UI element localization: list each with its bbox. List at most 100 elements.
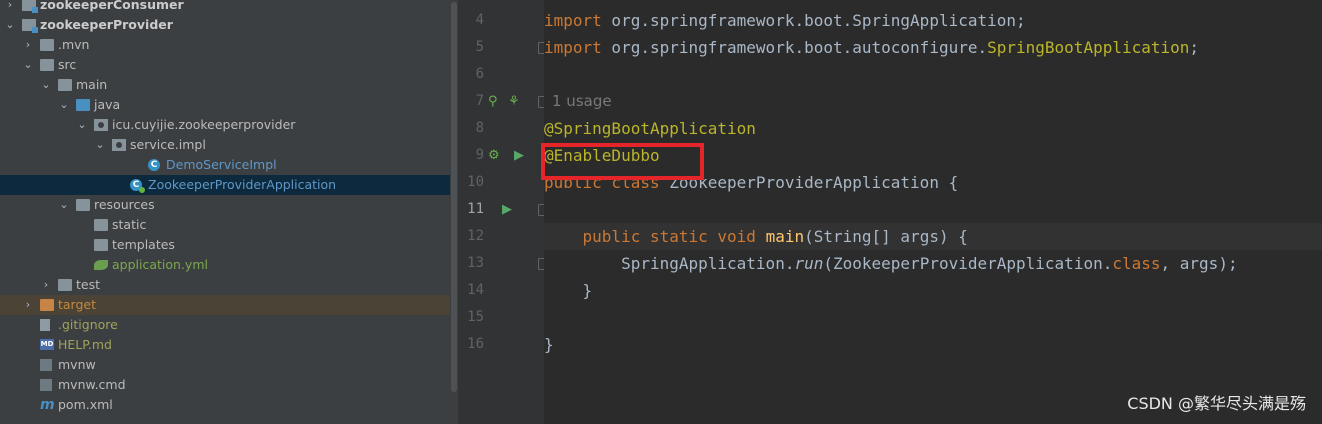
tree-item-label: target [58, 297, 97, 312]
folder-icon [94, 239, 108, 251]
tree-item-label: service.impl [130, 137, 206, 152]
tree-item[interactable]: ⌄ icu.cuyijie.zookeeperprovider [0, 115, 450, 135]
spring-config-icon[interactable]: ⚙ [488, 142, 500, 169]
chevron-down-icon[interactable]: ⌄ [58, 195, 70, 215]
project-tool-window: › zookeeperConsumer ⌄ zookeeperProvider › .mv… [0, 0, 450, 424]
tree-item-label: templates [112, 237, 175, 252]
run-icon[interactable]: ▶ [502, 196, 512, 223]
folder-icon [58, 79, 72, 91]
tree-item[interactable]: › .mvn [0, 35, 450, 55]
tree-item[interactable]: mvnw.cmd [0, 375, 450, 395]
code-line-15[interactable]: } [544, 331, 1322, 358]
tree-item[interactable]: C DemoServiceImpl [0, 155, 450, 175]
tree-item[interactable]: › zookeeperConsumer [0, 0, 450, 15]
run-icon[interactable]: ▶ [514, 142, 524, 169]
line-number: 7 [475, 93, 484, 109]
tree-item[interactable]: ⌄ service.impl [0, 135, 450, 155]
tree-item[interactable]: ⌄ main [0, 75, 450, 95]
yaml-file-icon [94, 260, 108, 270]
chevron-right-icon[interactable]: › [40, 275, 52, 295]
method-name: main [765, 227, 805, 246]
usage-hint[interactable]: 1 usage [552, 88, 612, 115]
code-line-12[interactable]: SpringApplication.run(ZookeeperProviderA… [544, 250, 1322, 277]
tree-item[interactable]: ⌄ resources [0, 195, 450, 215]
watermark: CSDN @繁华尽头满是殇 [1127, 394, 1306, 413]
find-usages-icon[interactable]: ⚲ [488, 88, 498, 115]
package-icon [94, 119, 108, 131]
semicolon: ; [1189, 38, 1200, 57]
script-file-icon [40, 359, 52, 371]
line-number: 15 [467, 309, 484, 325]
line-number: 12 [467, 228, 484, 244]
keyword-class: class [1112, 254, 1161, 273]
import-path: org.springframework.boot.autoconfigure. [601, 38, 988, 57]
chevron-down-icon[interactable]: ⌄ [40, 75, 52, 95]
code-line-5[interactable]: import org.springframework.boot.autoconf… [544, 34, 1322, 61]
tree-item-label: java [94, 97, 121, 112]
keyword-import: import [544, 11, 602, 30]
tree-item-label: main [76, 77, 108, 92]
tree-item[interactable]: mvnw [0, 355, 450, 375]
class-ref: SpringApplication. [621, 254, 795, 273]
line-number: 10 [467, 174, 484, 190]
tree-item[interactable]: MD HELP.md [0, 335, 450, 355]
script-file-icon [40, 379, 52, 391]
spring-bean-icon[interactable]: ⚘ [508, 88, 520, 115]
module-icon [22, 0, 38, 13]
code-editor[interactable]: 1 usage import org.springframework.boot.… [544, 0, 1322, 424]
tree-item[interactable]: › test [0, 275, 450, 295]
editor-gutter: 4 5 6 7 8 9 10 11 12 13 14 15 16 ⚲ ⚘ ⚙ ▶ ▶ [458, 0, 549, 424]
folder-icon [58, 279, 72, 291]
tree-item[interactable]: C ZookeeperProviderApplication [0, 175, 450, 195]
tree-item[interactable]: ⌄ src [0, 55, 450, 75]
folder-icon [40, 59, 54, 71]
source-folder-icon [76, 99, 90, 111]
line-number: 11 [467, 201, 484, 217]
chevron-right-icon[interactable]: › [22, 35, 34, 55]
tree-item-label: .gitignore [58, 317, 118, 332]
line-number: 16 [467, 336, 484, 352]
static-method: run [794, 254, 824, 273]
folder-icon [40, 39, 54, 51]
tree-item[interactable]: m pom.xml [0, 395, 450, 415]
keyword-modifiers: public static void [582, 227, 756, 246]
code-line-4[interactable]: import org.springframework.boot.SpringAp… [544, 7, 1322, 34]
tree-item-label: test [76, 277, 101, 292]
maven-icon: m [40, 397, 55, 413]
folder-icon [94, 219, 108, 231]
file-icon [40, 319, 50, 331]
tree-item[interactable]: ⌄ java [0, 95, 450, 115]
module-icon [22, 19, 38, 33]
tree-item-label: resources [94, 197, 155, 212]
closing-brace: } [544, 335, 554, 354]
tree-item[interactable]: templates [0, 235, 450, 255]
tree-item-label: src [58, 57, 77, 72]
closing-brace: } [544, 281, 593, 300]
line-number: 13 [467, 255, 484, 271]
import-class: SpringBootApplication [987, 38, 1190, 57]
code-line-11[interactable]: public static void main(String[] args) { [544, 223, 1322, 250]
chevron-down-icon[interactable]: ⌄ [76, 115, 88, 135]
chevron-down-icon[interactable]: ⌄ [58, 95, 70, 115]
chevron-down-icon[interactable]: ⌄ [4, 15, 16, 35]
call-close: , args); [1160, 254, 1238, 273]
class-icon: C [148, 159, 160, 171]
line-number: 5 [475, 39, 484, 55]
chevron-down-icon[interactable]: ⌄ [94, 135, 106, 155]
tree-item[interactable]: ⌄ zookeeperProvider [0, 15, 450, 35]
runnable-class-icon: C [130, 179, 145, 193]
chevron-right-icon[interactable]: › [22, 295, 34, 315]
tree-item-label: ZookeeperProviderApplication [148, 177, 337, 192]
tree-item[interactable]: static [0, 215, 450, 235]
line-number: 6 [475, 66, 484, 82]
code-line-13[interactable]: } [544, 277, 1322, 304]
tree-item-label: HELP.md [58, 337, 112, 352]
chevron-down-icon[interactable]: ⌄ [22, 55, 34, 75]
code-line-7[interactable]: @SpringBootApplication [544, 115, 1322, 142]
chevron-right-icon[interactable]: › [4, 0, 16, 15]
tree-item[interactable]: › target [0, 295, 450, 315]
tree-item[interactable]: application.yml [0, 255, 450, 275]
tree-item[interactable]: .gitignore [0, 315, 450, 335]
